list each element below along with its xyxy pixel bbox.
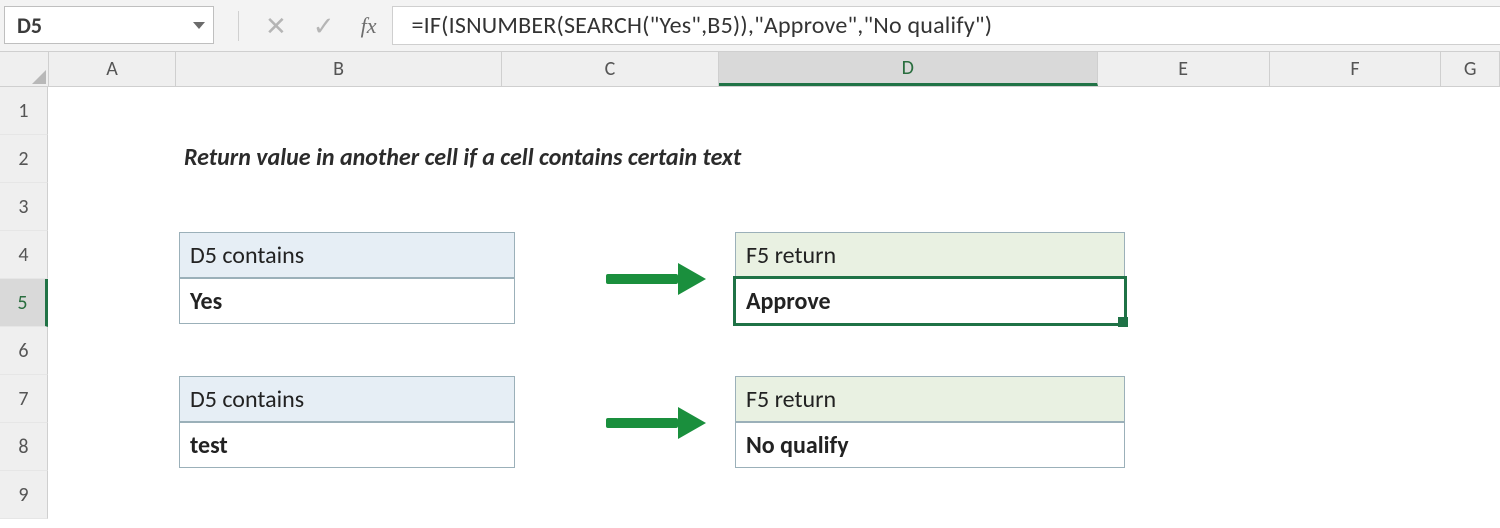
cells-area[interactable]: Return value in another cell if a cell c… — [48, 87, 1500, 519]
row-header-3[interactable]: 3 — [0, 183, 48, 231]
label: F5 return — [746, 241, 836, 270]
name-box-value: D5 — [17, 12, 42, 39]
row-header-8[interactable]: 8 — [0, 423, 48, 471]
formula-input[interactable]: =IF(ISNUMBER(SEARCH("Yes",B5)),"Approve"… — [392, 6, 1500, 45]
col-header-A[interactable]: A — [49, 52, 176, 86]
cell-D7[interactable]: F5 return — [735, 376, 1125, 422]
row-header-6[interactable]: 6 — [0, 327, 48, 375]
col-header-F[interactable]: F — [1270, 52, 1442, 86]
col-header-C[interactable]: C — [502, 52, 719, 86]
arrow-right-icon — [606, 263, 706, 295]
value: No qualify — [746, 431, 849, 460]
cell-D4[interactable]: F5 return — [735, 232, 1125, 278]
value: test — [190, 431, 228, 460]
cell-B7[interactable]: D5 contains — [179, 376, 515, 422]
col-header-E[interactable]: E — [1098, 52, 1270, 86]
cell-D8[interactable]: No qualify — [735, 422, 1125, 468]
row-header-1[interactable]: 1 — [0, 87, 48, 135]
cell-D5[interactable]: Approve — [735, 278, 1125, 324]
row-headers: 1 2 3 4 5 6 7 8 9 — [0, 87, 48, 519]
row-header-2[interactable]: 2 — [0, 135, 48, 183]
select-all-corner[interactable] — [0, 52, 49, 86]
label: F5 return — [746, 385, 836, 414]
label: D5 contains — [190, 241, 304, 270]
row-header-5[interactable]: 5 — [0, 279, 48, 327]
col-header-D[interactable]: D — [719, 52, 1098, 86]
value: Yes — [190, 287, 222, 316]
col-header-G[interactable]: G — [1441, 52, 1500, 86]
formula-bar-controls: ✕ ✓ fx — [214, 0, 392, 51]
cell-B5[interactable]: Yes — [179, 278, 515, 324]
row-header-4[interactable]: 4 — [0, 231, 48, 279]
row-header-7[interactable]: 7 — [0, 375, 48, 423]
cell-B8[interactable]: test — [179, 422, 515, 468]
column-headers: A B C D E F G — [0, 52, 1500, 87]
fx-icon[interactable]: fx — [361, 13, 377, 39]
enter-icon[interactable]: ✓ — [313, 13, 335, 39]
arrow-right-icon — [606, 407, 706, 439]
formula-text: =IF(ISNUMBER(SEARCH("Yes",B5)),"Approve"… — [411, 11, 992, 40]
chevron-down-icon[interactable] — [193, 22, 205, 29]
name-box[interactable]: D5 — [4, 6, 214, 44]
grid: 1 2 3 4 5 6 7 8 9 Return value in anothe… — [0, 87, 1500, 519]
value: Approve — [746, 287, 831, 316]
cell-B4[interactable]: D5 contains — [179, 232, 515, 278]
col-header-B[interactable]: B — [176, 52, 502, 86]
formula-bar: D5 ✕ ✓ fx =IF(ISNUMBER(SEARCH("Yes",B5))… — [0, 0, 1500, 52]
cancel-icon[interactable]: ✕ — [265, 13, 287, 39]
page-title: Return value in another cell if a cell c… — [184, 143, 741, 172]
divider — [238, 11, 239, 41]
label: D5 contains — [190, 385, 304, 414]
row-header-9[interactable]: 9 — [0, 471, 48, 519]
